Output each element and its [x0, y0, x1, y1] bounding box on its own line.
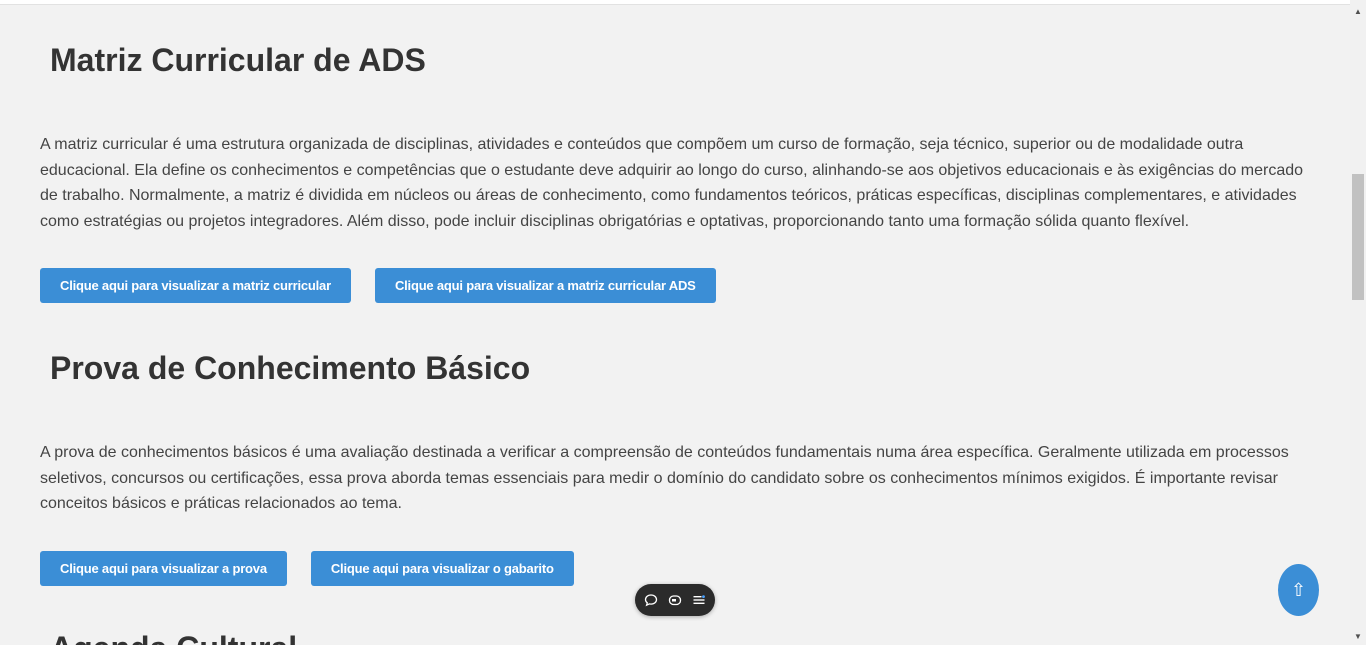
view-matriz-ads-button[interactable]: Clique aqui para visualizar a matriz cur… — [374, 268, 716, 303]
page-viewport: Matriz Curricular de ADS A matriz curric… — [0, 0, 1366, 645]
section-title-agenda: Agenda Cultural — [40, 628, 297, 645]
caption-icon[interactable] — [668, 593, 682, 607]
view-gabarito-button[interactable]: Clique aqui para visualizar o gabarito — [310, 551, 574, 586]
floating-toolbar — [635, 584, 715, 616]
scroll-up-icon[interactable]: ▲ — [1350, 4, 1366, 20]
menu-list-icon[interactable] — [692, 593, 706, 607]
section-title-matriz: Matriz Curricular de ADS — [50, 42, 426, 78]
section-text-matriz: A matriz curricular é uma estrutura orga… — [40, 136, 1304, 231]
top-edge — [0, 0, 1350, 5]
scroll-thumb[interactable] — [1352, 174, 1364, 300]
section-title-prova: Prova de Conhecimento Básico — [50, 350, 531, 386]
scroll-down-icon[interactable]: ▼ — [1350, 629, 1366, 645]
section-text-prova: A prova de conhecimentos básicos é uma a… — [40, 444, 1289, 513]
arrow-up-icon: ⇧ — [1290, 580, 1307, 600]
back-to-top-button[interactable]: ⇧ — [1278, 564, 1319, 616]
button-row-matriz: Clique aqui para visualizar a matriz cur… — [40, 268, 716, 303]
view-prova-button[interactable]: Clique aqui para visualizar a prova — [40, 551, 287, 586]
view-matriz-button[interactable]: Clique aqui para visualizar a matriz cur… — [40, 268, 351, 303]
comment-icon[interactable] — [644, 593, 658, 607]
button-row-prova: Clique aqui para visualizar a prova Cliq… — [40, 551, 574, 586]
vertical-scrollbar[interactable]: ▲ ▼ — [1350, 0, 1366, 645]
